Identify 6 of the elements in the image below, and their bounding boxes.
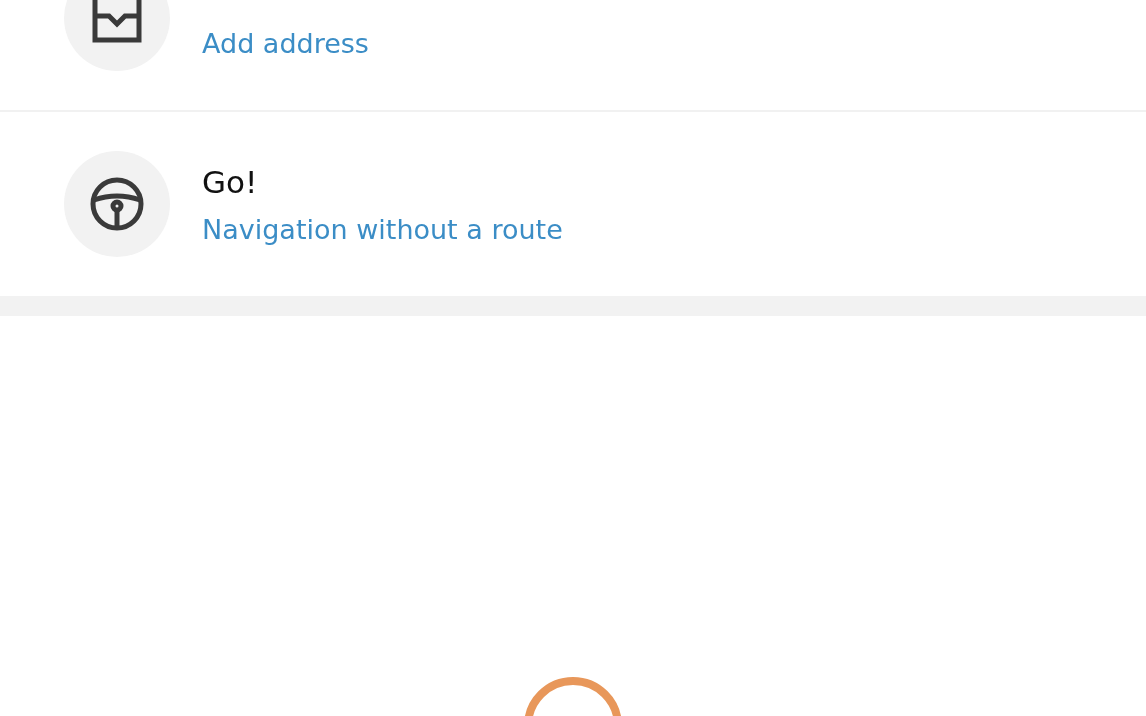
option-link[interactable]: Add address — [202, 28, 369, 59]
steering-wheel-icon — [89, 176, 145, 232]
inbox-icon — [91, 0, 143, 44]
ring-icon — [523, 676, 623, 716]
option-link[interactable]: Navigation without a route — [202, 213, 563, 245]
option-title: Go! — [202, 163, 259, 200]
